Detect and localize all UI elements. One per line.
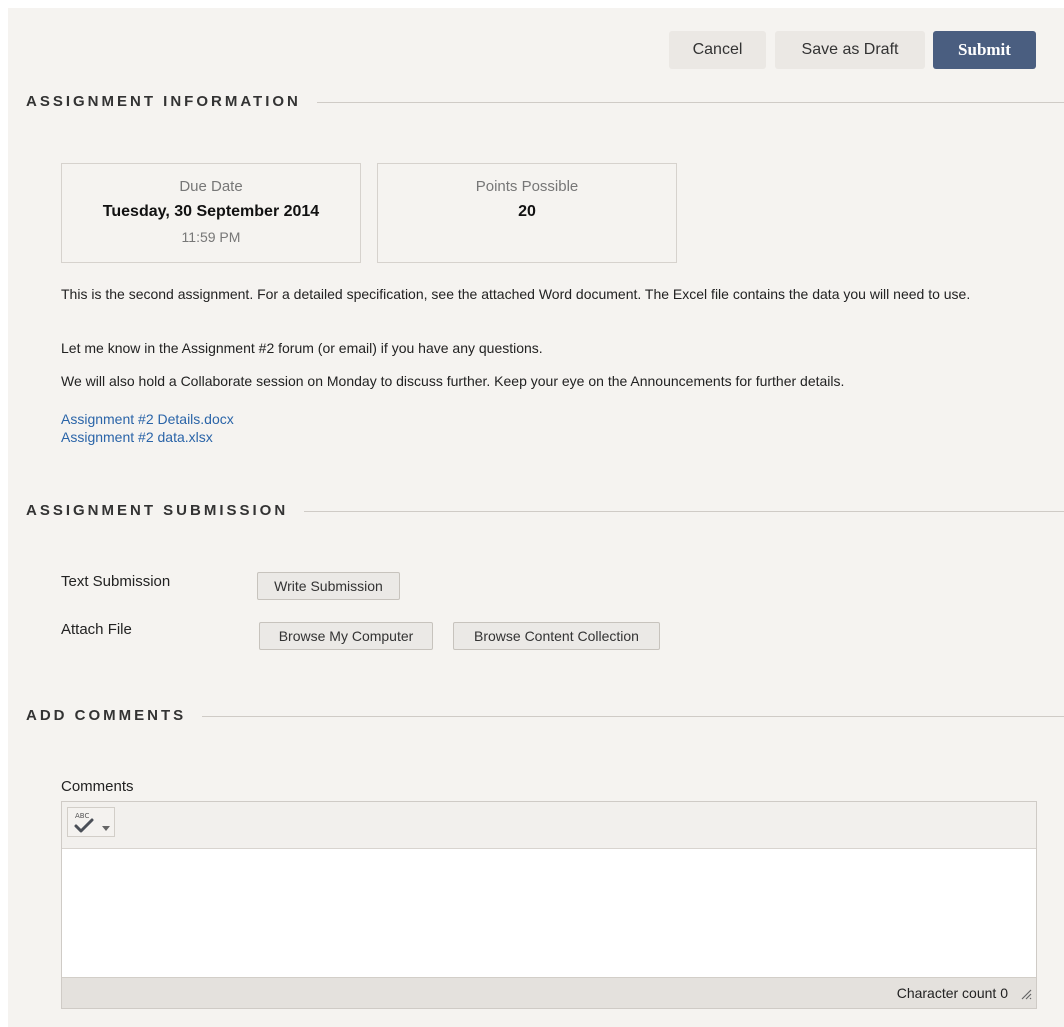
due-date-box: Due Date Tuesday, 30 September 2014 11:5… xyxy=(61,163,361,263)
write-submission-button[interactable]: Write Submission xyxy=(257,572,400,600)
section-title-add-comments: ADD COMMENTS xyxy=(26,707,203,724)
attachment-link-xlsx[interactable]: Assignment #2 data.xlsx xyxy=(61,429,213,445)
browse-content-collection-button[interactable]: Browse Content Collection xyxy=(453,622,660,650)
points-possible-label: Points Possible xyxy=(475,178,579,195)
comments-text-area[interactable] xyxy=(62,849,1036,978)
description-paragraph: This is the second assignment. For a det… xyxy=(61,286,971,302)
comments-editor: ABC Character count 0 xyxy=(61,801,1037,1009)
cancel-button[interactable]: Cancel xyxy=(669,31,766,69)
editor-footer: Character count 0 xyxy=(62,977,1036,1008)
points-possible-box: Points Possible 20 xyxy=(377,163,677,263)
spellcheck-icon: ABC xyxy=(72,811,98,835)
save-draft-button[interactable]: Save as Draft xyxy=(775,31,925,69)
description-paragraph: Let me know in the Assignment #2 forum (… xyxy=(61,340,543,356)
resize-handle-icon[interactable] xyxy=(1020,987,1032,1005)
due-date-value: Tuesday, 30 September 2014 xyxy=(102,203,320,220)
due-time-value: 11:59 PM xyxy=(181,229,241,245)
section-title-assignment-submission: ASSIGNMENT SUBMISSION xyxy=(26,502,305,519)
assignment-page: Cancel Save as Draft Submit ASSIGNMENT I… xyxy=(8,8,1064,1027)
attachment-link-docx[interactable]: Assignment #2 Details.docx xyxy=(61,411,234,427)
section-title-assignment-information: ASSIGNMENT INFORMATION xyxy=(26,93,317,110)
points-possible-value: 20 xyxy=(518,203,536,220)
spellcheck-button[interactable]: ABC xyxy=(67,807,115,837)
browse-my-computer-button[interactable]: Browse My Computer xyxy=(259,622,433,650)
due-date-label: Due Date xyxy=(179,178,243,195)
attach-file-label: Attach File xyxy=(61,621,132,638)
chevron-down-icon[interactable] xyxy=(102,819,110,837)
description-paragraph: We will also hold a Collaborate session … xyxy=(61,373,845,389)
text-submission-label: Text Submission xyxy=(61,573,171,590)
character-count: Character count 0 xyxy=(896,985,1008,1001)
editor-toolbar: ABC xyxy=(62,802,1036,849)
submit-button[interactable]: Submit xyxy=(933,31,1036,69)
comments-label: Comments xyxy=(61,778,134,795)
